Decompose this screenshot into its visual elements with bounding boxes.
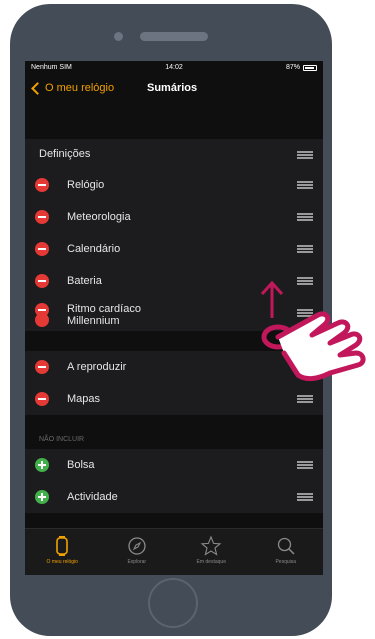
tab-label: Em destaque [196,559,226,565]
battery-status: 87% [286,61,317,74]
section-header: NÃO INCLUIR [39,436,85,443]
list-item[interactable]: Bolsa [25,449,323,481]
remove-icon [35,313,49,327]
section-title: Definições [39,148,91,160]
tab-label: Pesquisa [275,559,297,565]
section-header: Definições [25,139,323,169]
item-label: Millennium [67,315,120,327]
battery-percent: 87% [285,64,300,71]
home-button[interactable] [148,578,198,628]
battery-icon [303,64,317,71]
chevron-left-icon [31,81,44,95]
back-label: O meu relógio [45,82,115,94]
status-time: 14:02 [165,64,183,71]
tab-explore[interactable]: Explorar [100,529,175,575]
nav-bar: O meu relógio Sumários [25,74,323,107]
item-label: Calendário [67,243,121,255]
list-item[interactable]: Actividade [25,481,323,513]
status-bar: Nenhum SIM 14:02 87% [25,61,323,74]
compass-icon [128,537,146,555]
watch-icon [56,536,69,556]
reorder-handle-icon[interactable] [297,277,313,285]
speaker-grille [140,32,208,41]
tab-bar: O meu relógio Explorar Em destaque Pesqu… [25,528,323,575]
reorder-handle-icon[interactable] [297,151,313,159]
remove-icon[interactable] [35,242,49,256]
search-icon [277,537,295,555]
list-item[interactable]: Calendário [25,233,323,265]
item-label: Meteorologia [67,211,131,223]
item-label: Bolsa [67,459,95,471]
item-label: Ritmo cardíaco [67,303,141,315]
list-item[interactable]: Meteorologia [25,201,323,233]
reorder-handle-icon[interactable] [297,395,313,403]
remove-icon[interactable] [35,360,49,374]
list-item[interactable]: Relógio [25,169,323,201]
tab-label: Explorar [127,559,147,565]
item-label: Relógio [67,179,105,191]
hand-pointer-icon [261,311,366,382]
item-label: Actividade [67,491,118,503]
reorder-handle-icon[interactable] [297,213,313,221]
remove-icon[interactable] [35,392,49,406]
item-label: A reproduzir [67,361,127,373]
reorder-handle-icon[interactable] [297,245,313,253]
tab-search[interactable]: Pesquisa [249,529,324,575]
item-label: Mapas [67,393,101,405]
tab-featured[interactable]: Em destaque [174,529,249,575]
remove-icon[interactable] [35,178,49,192]
remove-icon[interactable] [35,274,49,288]
tab-my-watch[interactable]: O meu relógio [25,529,100,575]
remove-icon[interactable] [35,210,49,224]
tab-label: O meu relógio [46,559,78,565]
add-icon[interactable] [35,458,49,472]
add-icon[interactable] [35,490,49,504]
page-title: Sumários [147,82,198,94]
reorder-handle-icon[interactable] [297,181,313,189]
reorder-handle-icon[interactable] [297,493,313,501]
back-button[interactable]: O meu relógio [31,81,115,95]
front-camera [114,32,123,41]
item-label: Bateria [67,275,102,287]
star-icon [200,535,222,556]
reorder-handle-icon[interactable] [297,461,313,469]
